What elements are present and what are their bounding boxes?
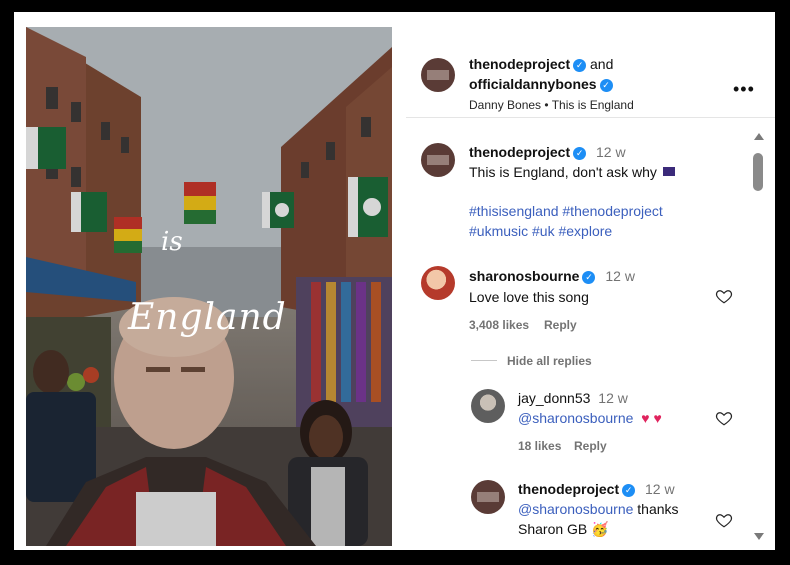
scroll-down-arrow-icon[interactable] — [754, 533, 764, 540]
reply-header: thenodeproject ✓ 12 w — [518, 481, 675, 497]
reply-likes[interactable]: 18 likes — [518, 439, 561, 453]
header-username-2[interactable]: officialdannybones — [469, 76, 597, 92]
overlay-text-is: is — [161, 227, 183, 257]
reply-avatar[interactable] — [471, 389, 505, 423]
scroll-thumb[interactable] — [753, 153, 763, 191]
verified-icon: ✓ — [582, 271, 596, 284]
header-user-line1: thenodeproject ✓ and — [469, 56, 613, 72]
comment-text: Love love this song — [469, 289, 589, 305]
caption-hashtags-2[interactable]: #ukmusic #uk #explore — [469, 223, 612, 239]
verified-icon: ✓ — [622, 484, 636, 497]
post-details-panel: thenodeproject ✓ and officialdannybones ✓ … — [406, 27, 775, 546]
header-audio-subtitle[interactable]: Danny Bones • This is England — [469, 98, 634, 112]
comments-scrollbar[interactable] — [750, 133, 766, 545]
street-scene — [26, 27, 392, 546]
caption-header: thenodeproject ✓ 12 w — [469, 144, 626, 160]
like-heart-icon[interactable] — [715, 409, 733, 427]
caption-text: This is England, don't ask why — [469, 164, 657, 180]
post-window: is England thenodeproject ✓ and officiald… — [14, 12, 775, 550]
reply-text-line: @sharonosbourne thanks — [518, 501, 679, 517]
verified-icon: ✓ — [573, 147, 587, 160]
header-divider — [406, 117, 775, 118]
reply-reply-button[interactable]: Reply — [574, 439, 607, 453]
reply-time[interactable]: 12 w — [645, 481, 675, 497]
more-options-icon[interactable]: ••• — [733, 79, 755, 100]
verified-icon: ✓ — [573, 59, 587, 72]
caption-username[interactable]: thenodeproject — [469, 144, 570, 160]
verified-icon: ✓ — [599, 79, 613, 92]
reply-header: jay_donn53 12 w — [518, 390, 628, 406]
caption-time[interactable]: 12 w — [596, 144, 626, 160]
reply-text-line2: Sharon GB 🥳 — [518, 521, 609, 537]
reply-username[interactable]: jay_donn53 — [518, 390, 590, 406]
reply-username[interactable]: thenodeproject — [518, 481, 619, 497]
flag-emoji-icon — [662, 167, 675, 176]
header-avatar[interactable] — [421, 58, 455, 92]
like-heart-icon[interactable] — [715, 287, 733, 305]
comment-time[interactable]: 12 w — [605, 268, 635, 284]
hide-replies-button[interactable]: Hide all replies — [507, 354, 592, 368]
reply-text: thanks — [637, 501, 679, 517]
reply-mention[interactable]: @sharonosbourne — [518, 410, 633, 426]
reply-heart-emojis: ♥ ♥ — [641, 410, 662, 426]
reply-avatar[interactable] — [471, 480, 505, 514]
reply-mention[interactable]: @sharonosbourne — [518, 501, 633, 517]
hide-replies-line — [471, 360, 497, 361]
comment-reply-button[interactable]: Reply — [544, 318, 577, 332]
header-username-1[interactable]: thenodeproject — [469, 56, 570, 72]
header-joiner: and — [590, 56, 614, 72]
comment-avatar[interactable] — [421, 266, 455, 300]
like-heart-icon[interactable] — [715, 511, 733, 529]
reply-time[interactable]: 12 w — [598, 390, 628, 406]
overlay-text-england: England — [128, 297, 287, 338]
comment-username[interactable]: sharonosbourne — [469, 268, 579, 284]
caption-hashtags-1[interactable]: #thisisengland #thenodeproject — [469, 203, 663, 219]
comment-header: sharonosbourne ✓ 12 w — [469, 268, 635, 284]
comment-likes[interactable]: 3,408 likes — [469, 318, 529, 332]
caption-avatar[interactable] — [421, 143, 455, 177]
reply-text-line: @sharonosbourne ♥ ♥ — [518, 410, 662, 426]
header-user-line2: officialdannybones ✓ — [469, 76, 613, 92]
post-media-image[interactable]: is England — [26, 27, 392, 546]
caption-text-line: This is England, don't ask why — [469, 164, 675, 180]
scroll-up-arrow-icon[interactable] — [754, 133, 764, 140]
